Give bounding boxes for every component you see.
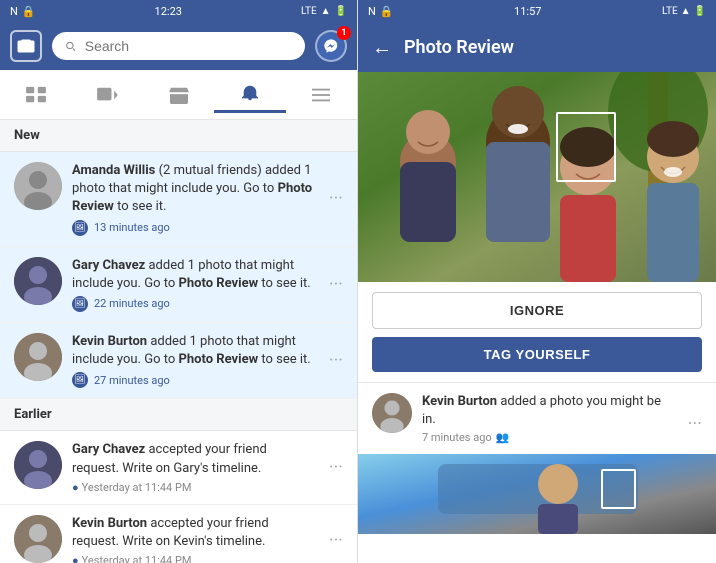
network-icon: N [10,5,18,18]
notif-text-gary-new: Gary Chavez added 1 photo that might inc… [72,257,315,293]
messenger-icon-wrap[interactable]: 1 [315,30,347,62]
bottom-notif-text: Kevin Burton added a photo you might be … [422,393,674,429]
group-photo [358,72,716,282]
fb-icon-earlier-2: ● [72,554,79,563]
notif-item-gary-earlier[interactable]: Gary Chavez accepted your friend request… [0,431,357,504]
search-input-wrap[interactable] [52,32,305,60]
search-bar: 1 [0,22,357,70]
notif-item-kevin-new[interactable]: Kevin Burton added 1 photo that might in… [0,323,357,399]
friends-icon: 👥 [496,431,510,444]
bottom-notification[interactable]: Kevin Burton added a photo you might be … [358,382,716,454]
notif-item-amanda[interactable]: Amanda Willis (2 mutual friends) added 1… [0,152,357,247]
tag-yourself-button[interactable]: TAG YOURSELF [372,337,702,372]
avatar-gary-new [14,257,62,305]
notif-text-gary-earlier: Gary Chavez accepted your friend request… [72,441,315,477]
more-menu-amanda[interactable]: ··· [325,188,343,209]
nav-tabs [0,70,357,120]
wifi-icon: ▲ [321,6,331,17]
bottom-notif-content: Kevin Burton added a photo you might be … [422,393,674,444]
notif-content-gary-earlier: Gary Chavez accepted your friend request… [72,441,315,493]
network-icon-right: N [368,5,376,18]
status-left-indicators: N 🔒 [10,5,36,18]
action-buttons: IGNORE TAG YOURSELF [358,282,716,382]
photo-area [358,72,716,282]
more-menu-gary-new[interactable]: ··· [325,274,343,295]
section-header-earlier: Earlier [0,399,357,431]
photo-icon-2: 🖼 [72,296,88,312]
status-bar-right: N 🔒 11:57 LTE ▲ 🔋 [358,0,716,22]
notifications-list: New Amanda Willis (2 mutual friends) add… [0,120,357,563]
photo-icon-1: 🖼 [72,220,88,236]
bottom-face-detection-box [601,469,636,509]
notif-text-kevin-earlier: Kevin Burton accepted your friend reques… [72,515,315,551]
avatar-amanda [14,162,62,210]
wifi-right: ▲ [681,6,691,17]
notif-content-kevin-earlier: Kevin Burton accepted your friend reques… [72,515,315,563]
lock-icon-right: 🔒 [380,5,394,18]
bottom-notif-meta: 7 minutes ago 👥 [422,431,674,444]
avatar-kevin-earlier [14,515,62,563]
nav-tab-menu[interactable] [286,76,357,113]
lock-icon: 🔒 [22,5,36,18]
battery-icon: 🔋 [335,6,347,17]
photo-review-header: ← Photo Review [358,22,716,72]
fb-icon-earlier-1: ● [72,481,79,494]
time-right: 11:57 [514,5,541,18]
photo-review-title: Photo Review [404,37,514,58]
notif-time-kevin-earlier: ● Yesterday at 11:44 PM [72,554,315,563]
status-bar-left: N 🔒 12:23 LTE ▲ 🔋 [0,0,357,22]
notif-content-amanda: Amanda Willis (2 mutual friends) added 1… [72,162,315,236]
avatar-gary-earlier [14,441,62,489]
notif-item-gary-new[interactable]: Gary Chavez added 1 photo that might inc… [0,247,357,323]
notif-time-kevin-new: 🖼 27 minutes ago [72,372,315,388]
search-input[interactable] [85,38,293,54]
more-menu-kevin-new[interactable]: ··· [325,350,343,371]
notif-time-gary-new: 🖼 22 minutes ago [72,296,315,312]
left-panel: N 🔒 12:23 LTE ▲ 🔋 [0,0,358,563]
more-menu-bottom[interactable]: ... [684,408,702,429]
nav-tab-video[interactable] [71,76,142,113]
battery-right: 🔋 [694,6,706,17]
nav-tab-grid[interactable] [0,76,71,113]
status-right-icons: LTE ▲ 🔋 [301,6,347,17]
notification-badge: 1 [337,26,351,40]
ignore-button[interactable]: IGNORE [372,292,702,329]
section-header-new: New [0,120,357,152]
notif-content-gary-new: Gary Chavez added 1 photo that might inc… [72,257,315,312]
notif-content-kevin-new: Kevin Burton added 1 photo that might in… [72,333,315,388]
notif-time-amanda: 🖼 13 minutes ago [72,220,315,236]
avatar-kevin-new [14,333,62,381]
more-menu-kevin-earlier[interactable]: ··· [325,530,343,551]
notif-time-gary-earlier: ● Yesterday at 11:44 PM [72,481,315,494]
camera-icon[interactable] [10,30,42,62]
time-left: 12:23 [155,5,182,18]
photo-icon-3: 🖼 [72,372,88,388]
back-button[interactable]: ← [372,35,392,60]
right-panel: N 🔒 11:57 LTE ▲ 🔋 ← Photo Review [358,0,716,563]
notif-text-kevin-new: Kevin Burton added 1 photo that might in… [72,333,315,369]
nav-tab-marketplace[interactable] [143,76,214,113]
bottom-photo-svg [358,454,716,534]
avatar-kevin-bottom [372,393,412,433]
notif-text-amanda: Amanda Willis (2 mutual friends) added 1… [72,162,315,217]
face-detection-box [556,112,616,182]
notif-item-kevin-earlier[interactable]: Kevin Burton accepted your friend reques… [0,505,357,563]
more-menu-gary-earlier[interactable]: ··· [325,457,343,478]
signal-icon: LTE [301,6,317,17]
signal-right: LTE [662,6,678,17]
bottom-photo-preview [358,454,716,534]
nav-tab-notifications[interactable] [214,76,285,113]
